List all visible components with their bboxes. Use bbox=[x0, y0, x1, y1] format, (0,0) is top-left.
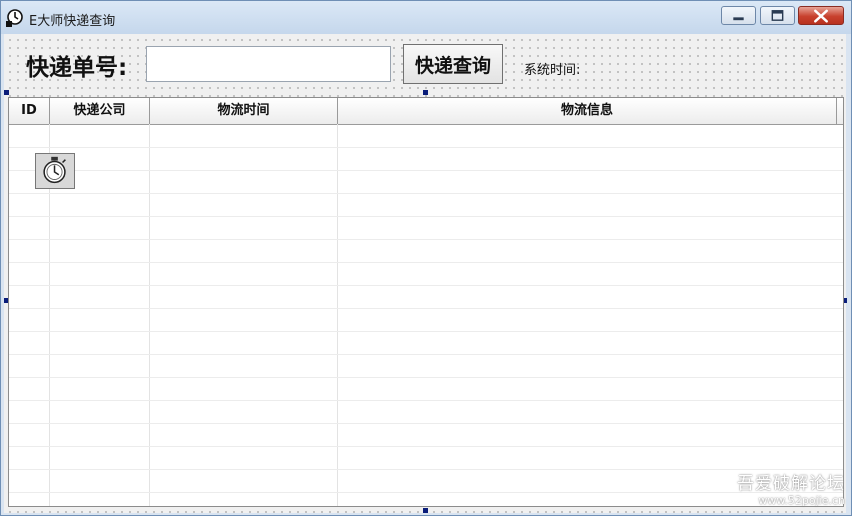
system-time-label: 系统时间: bbox=[524, 63, 581, 78]
row-divider bbox=[9, 216, 843, 217]
selection-handle-top-center[interactable] bbox=[423, 90, 428, 95]
maximize-button[interactable] bbox=[760, 6, 795, 25]
column-header-info[interactable]: 物流信息 bbox=[338, 98, 837, 124]
row-divider bbox=[9, 239, 843, 240]
tracking-number-input[interactable] bbox=[146, 46, 391, 82]
row-divider bbox=[9, 492, 843, 493]
row-divider bbox=[9, 354, 843, 355]
minimize-icon bbox=[733, 17, 744, 21]
close-icon bbox=[814, 9, 828, 23]
selection-handle-top-left[interactable] bbox=[4, 90, 9, 95]
maximize-icon bbox=[771, 10, 784, 21]
row-divider bbox=[9, 446, 843, 447]
window-title: E大师快递查询 bbox=[29, 14, 116, 29]
title-bar[interactable]: E大师快递查询 bbox=[1, 1, 851, 34]
close-button[interactable] bbox=[798, 6, 844, 25]
form-canvas: 快递单号: 快递查询 系统时间: ID 快递公司 物流时间 物流信息 bbox=[4, 34, 847, 513]
selection-handle-bottom-center[interactable] bbox=[423, 508, 428, 513]
watermark-url: www.52pojie.cn bbox=[758, 494, 845, 507]
row-divider bbox=[9, 147, 843, 148]
logistics-table[interactable]: ID 快递公司 物流时间 物流信息 bbox=[8, 97, 844, 507]
row-divider bbox=[9, 170, 843, 171]
forum-watermark: 吾爱破解论坛 www.52pojie.cn bbox=[737, 469, 845, 507]
minimize-button[interactable] bbox=[721, 6, 756, 25]
row-divider bbox=[9, 193, 843, 194]
row-divider bbox=[9, 285, 843, 286]
row-divider bbox=[9, 331, 843, 332]
column-header-time[interactable]: 物流时间 bbox=[150, 98, 338, 124]
tracking-number-label: 快递单号: bbox=[26, 55, 128, 81]
column-divider bbox=[337, 124, 338, 506]
app-window: E大师快递查询 快递单号: 快递查询 系统时间: ID 快递公司 物流时间 物流… bbox=[0, 0, 852, 516]
row-divider bbox=[9, 400, 843, 401]
row-divider bbox=[9, 377, 843, 378]
column-header-company[interactable]: 快递公司 bbox=[50, 98, 150, 124]
column-divider bbox=[149, 124, 150, 506]
row-divider bbox=[9, 423, 843, 424]
row-divider bbox=[9, 469, 843, 470]
table-header: ID 快递公司 物流时间 物流信息 bbox=[9, 98, 843, 125]
clock-icon bbox=[6, 9, 23, 27]
column-header-id[interactable]: ID bbox=[9, 98, 50, 124]
watermark-title: 吾爱破解论坛 bbox=[737, 474, 845, 494]
timer-control[interactable] bbox=[35, 153, 75, 189]
query-button[interactable]: 快递查询 bbox=[403, 44, 503, 84]
stopwatch-icon bbox=[43, 156, 66, 184]
row-divider bbox=[9, 308, 843, 309]
row-divider bbox=[9, 262, 843, 263]
